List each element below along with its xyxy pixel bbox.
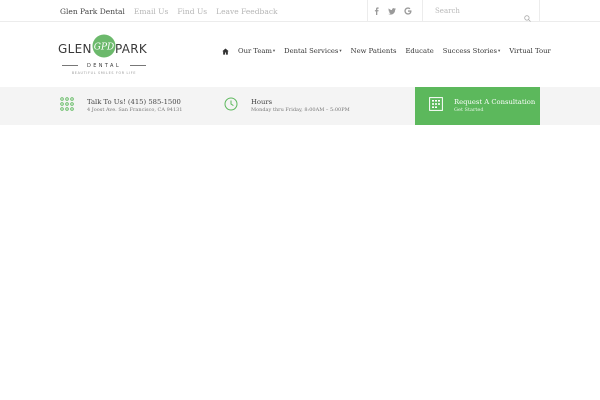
cta-title: Request A Consultation (454, 98, 536, 106)
top-bar: Glen Park Dental Email Us Find Us Leave … (0, 0, 600, 22)
nav-our-team-label: Our Team (238, 47, 272, 55)
top-links: Glen Park Dental Email Us Find Us Leave … (60, 0, 287, 22)
contact-phone[interactable]: Talk To Us! (415) 585-1500 (87, 98, 181, 106)
home-icon[interactable] (222, 47, 229, 55)
request-consultation-button[interactable]: Request A Consultation Get Started (415, 87, 540, 125)
social-links (367, 0, 416, 22)
hours-info: Hours Monday thru Friday, 8:00AM – 5:00P… (224, 87, 394, 125)
logo-monogram-text: GPD (94, 43, 114, 53)
cta-detail: Get Started (454, 107, 484, 113)
nav-new-patients[interactable]: New Patients (351, 47, 397, 55)
site-header: GLEN GPD PARK DENTAL BEAUTIFUL SMILES FO… (0, 22, 600, 87)
facebook-icon[interactable] (368, 0, 384, 22)
logo-rule-right (130, 65, 146, 66)
nav-virtual-tour[interactable]: Virtual Tour (509, 47, 550, 55)
top-link-find[interactable]: Find Us (177, 7, 207, 16)
logo-tagline: BEAUTIFUL SMILES FOR LIFE (71, 71, 137, 75)
nav-our-team[interactable]: Our Team ▾ (238, 47, 275, 55)
logo-monogram-icon: GPD (92, 34, 116, 58)
logo-word-left: GLEN (58, 42, 92, 56)
dial-pad-icon (60, 97, 74, 111)
nav-success-stories-label: Success Stories (442, 47, 497, 55)
twitter-icon[interactable] (384, 0, 400, 22)
nav-educate-label: Educate (405, 47, 434, 55)
chevron-down-icon: ▾ (498, 48, 501, 54)
contact-address: 4 Joost Ave. San Francisco, CA 94131 (87, 107, 183, 113)
clock-icon (224, 97, 238, 111)
nav-success-stories[interactable]: Success Stories ▾ (443, 47, 501, 55)
chevron-down-icon: ▾ (272, 48, 276, 54)
contact-info: Talk To Us! (415) 585-1500 4 Joost Ave. … (60, 87, 210, 125)
logo-subtitle: DENTAL (86, 63, 122, 69)
main-nav: Our Team ▾ Dental Services ▾ New Patients … (222, 44, 560, 58)
google-icon[interactable] (400, 0, 416, 22)
hours-title: Hours (251, 98, 273, 106)
top-link-email[interactable]: Email Us (134, 7, 168, 16)
top-link-home[interactable]: Glen Park Dental (60, 7, 125, 16)
top-link-feedback[interactable]: Leave Feedback (216, 7, 277, 16)
nav-virtual-tour-label: Virtual Tour (509, 47, 551, 55)
logo-word-right: PARK (115, 42, 148, 56)
hours-detail: Monday thru Friday, 8:00AM – 5:00PM (251, 107, 350, 113)
search-input[interactable] (435, 7, 515, 15)
chevron-down-icon: ▾ (339, 48, 342, 54)
calendar-icon (429, 97, 443, 111)
nav-dental-services-label: Dental Services (284, 47, 339, 55)
nav-educate[interactable]: Educate (405, 47, 433, 55)
nav-new-patients-label: New Patients (350, 47, 397, 55)
nav-dental-services[interactable]: Dental Services ▾ (284, 47, 342, 55)
site-logo[interactable]: GLEN GPD PARK DENTAL BEAUTIFUL SMILES FO… (58, 31, 150, 79)
search-box (422, 0, 540, 22)
